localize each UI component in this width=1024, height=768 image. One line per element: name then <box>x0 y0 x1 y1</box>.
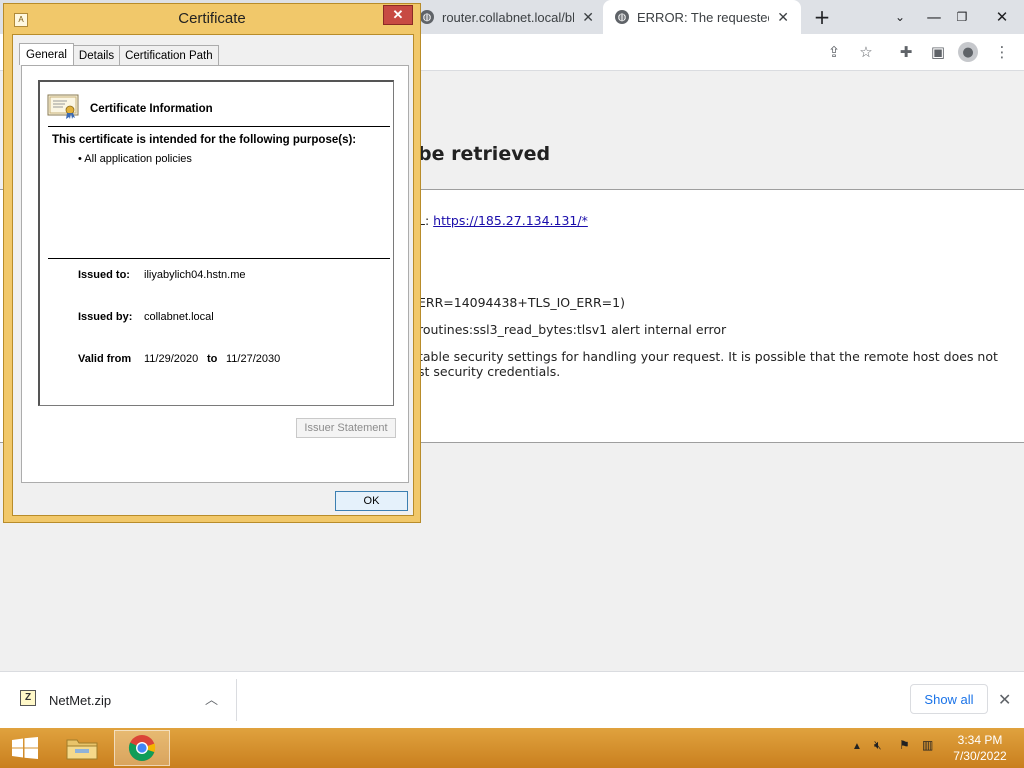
tab-router[interactable]: ◍ router.collabnet.local/blo ✕ <box>412 0 602 34</box>
minimize-icon[interactable]: — <box>918 0 950 34</box>
tab-details[interactable]: Details <box>72 45 121 65</box>
dialog-tabs: General Details Certification Path <box>19 43 219 65</box>
share-icon[interactable]: ⇪ <box>824 42 844 62</box>
restore-icon[interactable]: ❐ <box>950 0 974 34</box>
url-line: L: https://185.27.134.131/* <box>418 213 588 228</box>
clock-time: 3:34 PM <box>957 733 1003 747</box>
valid-from-label: Valid from <box>78 353 132 365</box>
globe-icon: ◍ <box>420 10 434 24</box>
zip-file-icon: Z <box>20 690 36 706</box>
side-panel-icon[interactable]: ▣ <box>928 42 948 62</box>
extensions-icon[interactable]: ✚ <box>896 42 916 62</box>
menu-icon[interactable]: ⋮ <box>992 42 1012 62</box>
url-link[interactable]: https://185.27.134.131/* <box>433 213 588 228</box>
clock-date: 7/30/2022 <box>953 749 1007 763</box>
tab-search-chevron-icon[interactable]: ⌄ <box>888 0 912 34</box>
certificate-icon <box>47 94 79 119</box>
issued-to-value: iliyabylich04.hstn.me <box>144 269 246 281</box>
tab-general[interactable]: General <box>19 43 74 65</box>
chrome-icon <box>128 735 156 762</box>
window-close-icon[interactable]: ✕ <box>988 0 1016 34</box>
error-code-line: ERR=14094438+TLS_IO_ERR=1) <box>418 295 625 310</box>
certificate-info-heading: Certificate Information <box>90 103 213 115</box>
close-download-bar-icon[interactable]: ✕ <box>998 690 1011 710</box>
issued-by-value: collabnet.local <box>144 311 214 323</box>
divider <box>48 258 390 259</box>
ok-button[interactable]: OK <box>335 491 408 511</box>
download-bar: Z NetMet.zip ︿ Show all ✕ <box>0 671 1024 728</box>
download-item-name[interactable]: NetMet.zip <box>49 693 111 708</box>
system-clock[interactable]: 3:34 PM 7/30/2022 <box>944 732 1016 764</box>
tab-error[interactable]: ◍ ERROR: The requested U ✕ <box>603 0 801 34</box>
issued-by-label: Issued by: <box>78 311 133 323</box>
globe-icon: ◍ <box>615 10 629 24</box>
new-tab-plus-icon[interactable]: + <box>810 0 834 34</box>
volume-muted-icon[interactable]: 🔇︎ <box>874 738 882 753</box>
chrome-taskbar-button[interactable] <box>114 730 170 766</box>
description-line-2: st security credentials. <box>418 364 561 379</box>
dialog-titlebar[interactable]: A Certificate ✕ <box>4 4 420 34</box>
tab-certification-path[interactable]: Certification Path <box>119 45 219 65</box>
dialog-body: General Details Certification Path Certi… <box>12 34 414 516</box>
purpose-item: • All application policies <box>78 153 192 165</box>
divider <box>236 679 237 721</box>
profile-icon[interactable]: ● <box>958 42 978 62</box>
close-tab-icon[interactable]: ✕ <box>777 9 789 26</box>
certificate-info-box: Certificate Information This certificate… <box>38 80 394 406</box>
close-tab-icon[interactable]: ✕ <box>582 9 594 26</box>
routine-line: routines:ssl3_read_bytes:tlsv1 alert int… <box>418 322 727 337</box>
show-all-button[interactable]: Show all <box>910 684 988 714</box>
dialog-close-button[interactable]: ✕ <box>383 5 413 25</box>
tab-title: router.collabnet.local/blo <box>442 9 575 25</box>
valid-to-value: 11/27/2030 <box>226 353 281 365</box>
windows-start-icon[interactable] <box>12 737 38 759</box>
show-hidden-icons-chevron-icon[interactable]: ▲ <box>852 741 862 752</box>
star-icon[interactable]: ☆ <box>856 42 876 62</box>
purpose-heading: This certificate is intended for the fol… <box>52 134 357 146</box>
taskbar: ▲ 🔇︎ ⚑ ▥ 3:34 PM 7/30/2022 <box>0 728 1024 768</box>
action-center-icon[interactable]: ⚑ <box>899 738 910 752</box>
page-title: be retrieved <box>418 143 551 165</box>
general-tab-panel: Certificate Information This certificate… <box>21 65 409 483</box>
divider <box>48 126 390 127</box>
file-explorer-taskbar-button[interactable] <box>54 730 110 766</box>
valid-from-value: 11/29/2020 <box>144 353 199 365</box>
folder-icon <box>66 739 98 760</box>
description-line-1: table security settings for handling you… <box>418 349 998 364</box>
tab-title: ERROR: The requested U <box>637 9 769 25</box>
certificate-dialog: A Certificate ✕ General Details Certific… <box>3 3 421 523</box>
network-disconnected-icon[interactable]: ▥ <box>922 738 933 752</box>
issued-to-label: Issued to: <box>78 269 130 281</box>
issuer-statement-button[interactable]: Issuer Statement <box>296 418 396 438</box>
chevron-up-icon[interactable]: ︿ <box>205 689 218 708</box>
valid-to-label: to <box>207 353 218 365</box>
dialog-title: Certificate <box>178 10 246 27</box>
